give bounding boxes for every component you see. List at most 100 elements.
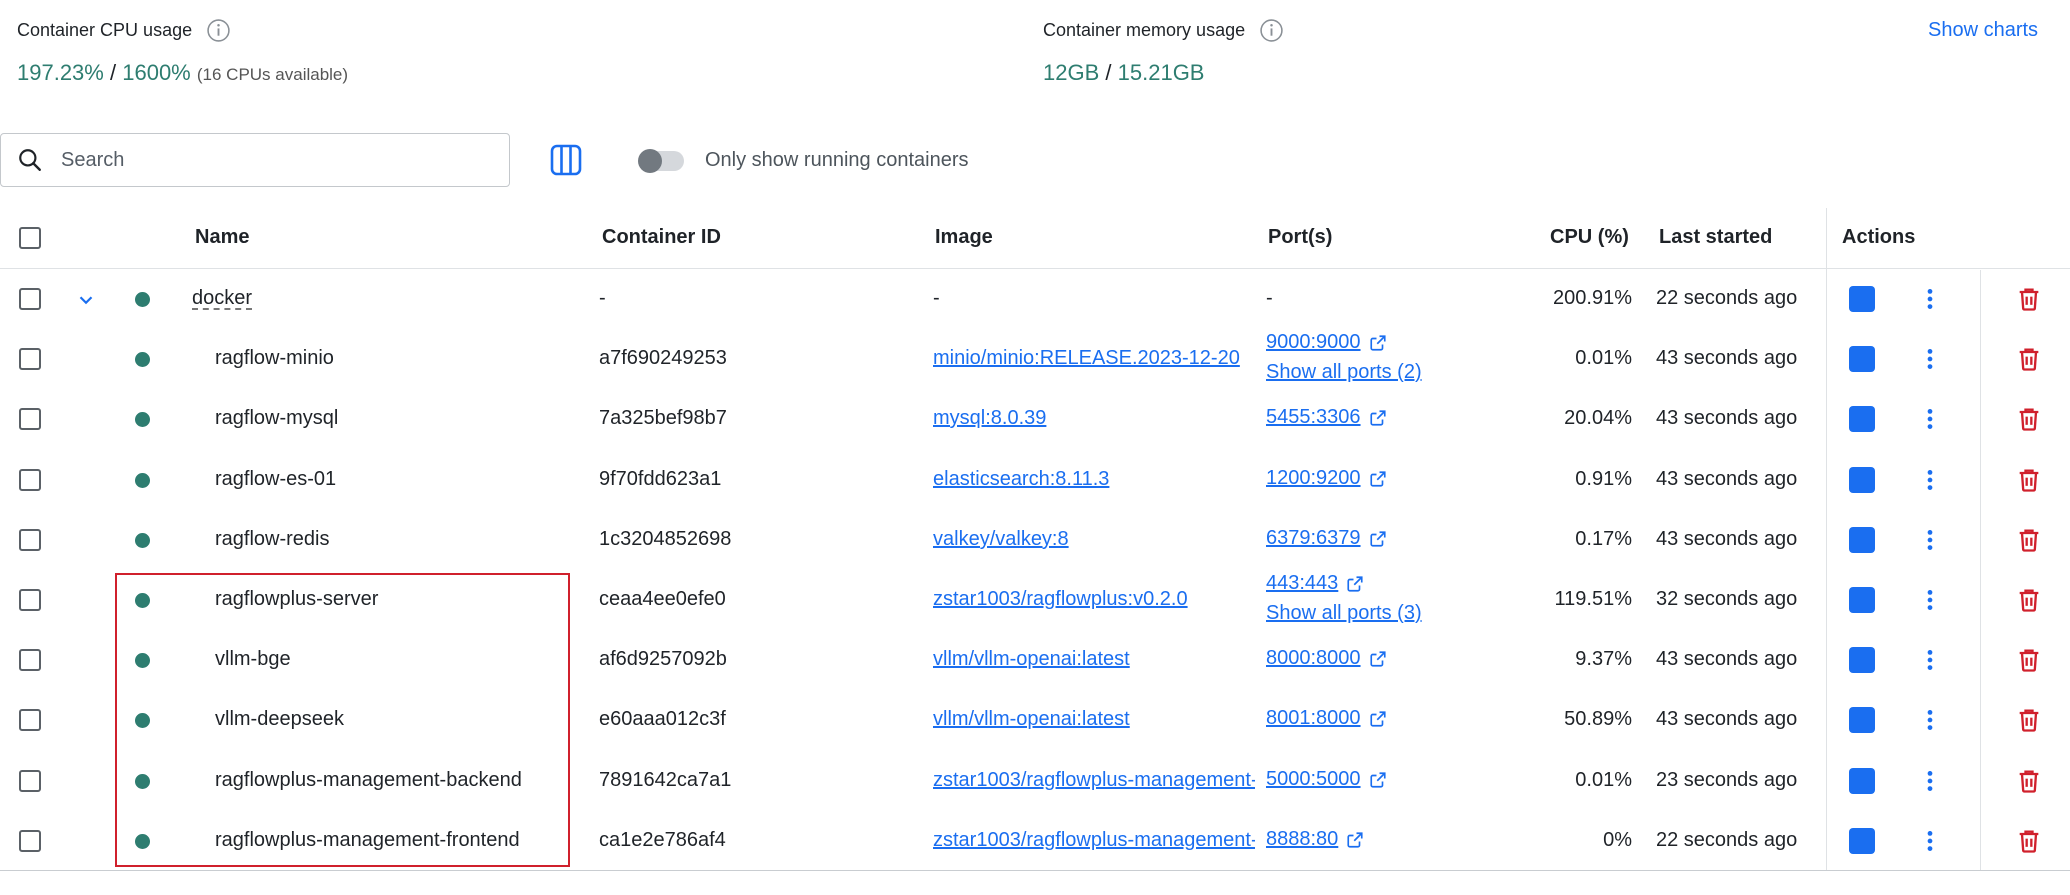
columns-icon[interactable]: [550, 144, 582, 176]
port-link[interactable]: 1200:9200: [1266, 467, 1361, 489]
table-row[interactable]: ragflow-es-01 9f70fdd623a1 elasticsearch:8…: [0, 450, 2070, 510]
stop-icon[interactable]: [1849, 707, 1875, 733]
port-link[interactable]: 8001:8000: [1266, 707, 1361, 729]
header-cpu[interactable]: CPU (%): [1550, 226, 1629, 249]
row-checkbox[interactable]: [19, 770, 41, 792]
memory-usage-value: 12GB / 15.21GB: [1043, 60, 1204, 86]
container-image[interactable]: zstar1003/ragflowplus-management-fronten…: [933, 829, 1255, 852]
row-checkbox[interactable]: [19, 529, 41, 551]
external-link-icon[interactable]: [1369, 334, 1387, 352]
select-all-checkbox[interactable]: [19, 227, 41, 249]
stop-icon[interactable]: [1849, 647, 1875, 673]
stop-icon[interactable]: [1849, 286, 1875, 312]
trash-icon[interactable]: [2015, 706, 2043, 734]
row-checkbox[interactable]: [19, 288, 41, 310]
stop-icon[interactable]: [1849, 768, 1875, 794]
port-link[interactable]: 9000:9000: [1266, 331, 1361, 353]
container-image[interactable]: zstar1003/ragflowplus:v0.2.0: [933, 588, 1255, 611]
port-link[interactable]: 5455:3306: [1266, 406, 1361, 428]
container-name[interactable]: ragflow-minio: [215, 347, 575, 370]
status-running-dot: [135, 352, 150, 367]
external-link-icon[interactable]: [1369, 530, 1387, 548]
container-id: -: [599, 287, 606, 309]
row-checkbox[interactable]: [19, 649, 41, 671]
row-checkbox[interactable]: [19, 589, 41, 611]
more-vertical-icon[interactable]: [1917, 286, 1943, 312]
more-vertical-icon[interactable]: [1917, 346, 1943, 372]
stop-icon[interactable]: [1849, 527, 1875, 553]
header-image[interactable]: Image: [935, 226, 993, 249]
external-link-icon[interactable]: [1369, 710, 1387, 728]
table-row[interactable]: ragflow-mysql 7a325bef98b7 mysql:8.0.39 545…: [0, 389, 2070, 449]
row-checkbox[interactable]: [19, 830, 41, 852]
trash-icon[interactable]: [2015, 466, 2043, 494]
container-name[interactable]: docker: [192, 287, 552, 310]
port-link[interactable]: 443:443: [1266, 572, 1338, 594]
trash-icon[interactable]: [2015, 345, 2043, 373]
container-image[interactable]: valkey/valkey:8: [933, 528, 1255, 551]
trash-icon[interactable]: [2015, 767, 2043, 795]
search-input[interactable]: [59, 147, 463, 173]
header-ports[interactable]: Port(s): [1268, 226, 1332, 249]
running-only-toggle[interactable]: [638, 149, 684, 173]
more-vertical-icon[interactable]: [1917, 467, 1943, 493]
trash-icon[interactable]: [2015, 285, 2043, 313]
info-icon[interactable]: [1259, 18, 1284, 43]
trash-icon[interactable]: [2015, 586, 2043, 614]
stop-icon[interactable]: [1849, 828, 1875, 854]
row-checkbox[interactable]: [19, 408, 41, 430]
highlight-box: [115, 573, 570, 867]
port-link[interactable]: 8000:8000: [1266, 647, 1361, 669]
status-running-dot: [135, 292, 150, 307]
external-link-icon[interactable]: [1346, 575, 1364, 593]
container-image[interactable]: mysql:8.0.39: [933, 407, 1255, 430]
external-link-icon[interactable]: [1369, 409, 1387, 427]
header-name[interactable]: Name: [195, 226, 249, 249]
container-name[interactable]: ragflow-mysql: [215, 407, 575, 430]
cpu-usage-label: Container CPU usage: [17, 18, 231, 43]
row-checkbox[interactable]: [19, 348, 41, 370]
show-charts-link[interactable]: Show charts: [1928, 19, 2038, 42]
external-link-icon[interactable]: [1369, 771, 1387, 789]
container-image[interactable]: vllm/vllm-openai:latest: [933, 648, 1255, 671]
stop-icon[interactable]: [1849, 467, 1875, 493]
trash-icon[interactable]: [2015, 526, 2043, 554]
container-name[interactable]: ragflow-es-01: [215, 468, 575, 491]
external-link-icon[interactable]: [1346, 831, 1364, 849]
stop-icon[interactable]: [1849, 406, 1875, 432]
trash-icon[interactable]: [2015, 827, 2043, 855]
stop-icon[interactable]: [1849, 587, 1875, 613]
more-vertical-icon[interactable]: [1917, 527, 1943, 553]
table-row[interactable]: ragflow-minio a7f690249253 minio/minio:REL…: [0, 329, 2070, 389]
external-link-icon[interactable]: [1369, 470, 1387, 488]
container-name[interactable]: ragflow-redis: [215, 528, 575, 551]
cpu-usage-value: 197.23% / 1600% (16 CPUs available): [17, 60, 348, 86]
external-link-icon[interactable]: [1369, 650, 1387, 668]
more-vertical-icon[interactable]: [1917, 406, 1943, 432]
container-image[interactable]: elasticsearch:8.11.3: [933, 468, 1255, 491]
last-started: 43 seconds ago: [1656, 708, 1798, 730]
table-row[interactable]: ragflow-redis 1c3204852698 valkey/valkey:8…: [0, 510, 2070, 570]
info-icon[interactable]: [206, 18, 231, 43]
more-vertical-icon[interactable]: [1917, 707, 1943, 733]
port-link[interactable]: 5000:5000: [1266, 768, 1361, 790]
more-vertical-icon[interactable]: [1917, 587, 1943, 613]
port-link[interactable]: 6379:6379: [1266, 527, 1361, 549]
port-link[interactable]: 8888:80: [1266, 828, 1338, 850]
group-row[interactable]: docker - - -200.91% 22 seconds ago: [0, 269, 2070, 329]
more-vertical-icon[interactable]: [1917, 828, 1943, 854]
trash-icon[interactable]: [2015, 405, 2043, 433]
row-checkbox[interactable]: [19, 709, 41, 731]
container-image[interactable]: zstar1003/ragflowplus-management-backend: [933, 769, 1255, 792]
chevron-down-icon[interactable]: [75, 289, 97, 311]
more-vertical-icon[interactable]: [1917, 647, 1943, 673]
header-last-started[interactable]: Last started: [1659, 226, 1772, 249]
row-checkbox[interactable]: [19, 469, 41, 491]
more-vertical-icon[interactable]: [1917, 768, 1943, 794]
search-field[interactable]: [0, 133, 510, 187]
stop-icon[interactable]: [1849, 346, 1875, 372]
header-container-id[interactable]: Container ID: [602, 226, 721, 249]
container-image[interactable]: minio/minio:RELEASE.2023-12-20: [933, 347, 1255, 370]
trash-icon[interactable]: [2015, 646, 2043, 674]
container-image[interactable]: vllm/vllm-openai:latest: [933, 708, 1255, 731]
